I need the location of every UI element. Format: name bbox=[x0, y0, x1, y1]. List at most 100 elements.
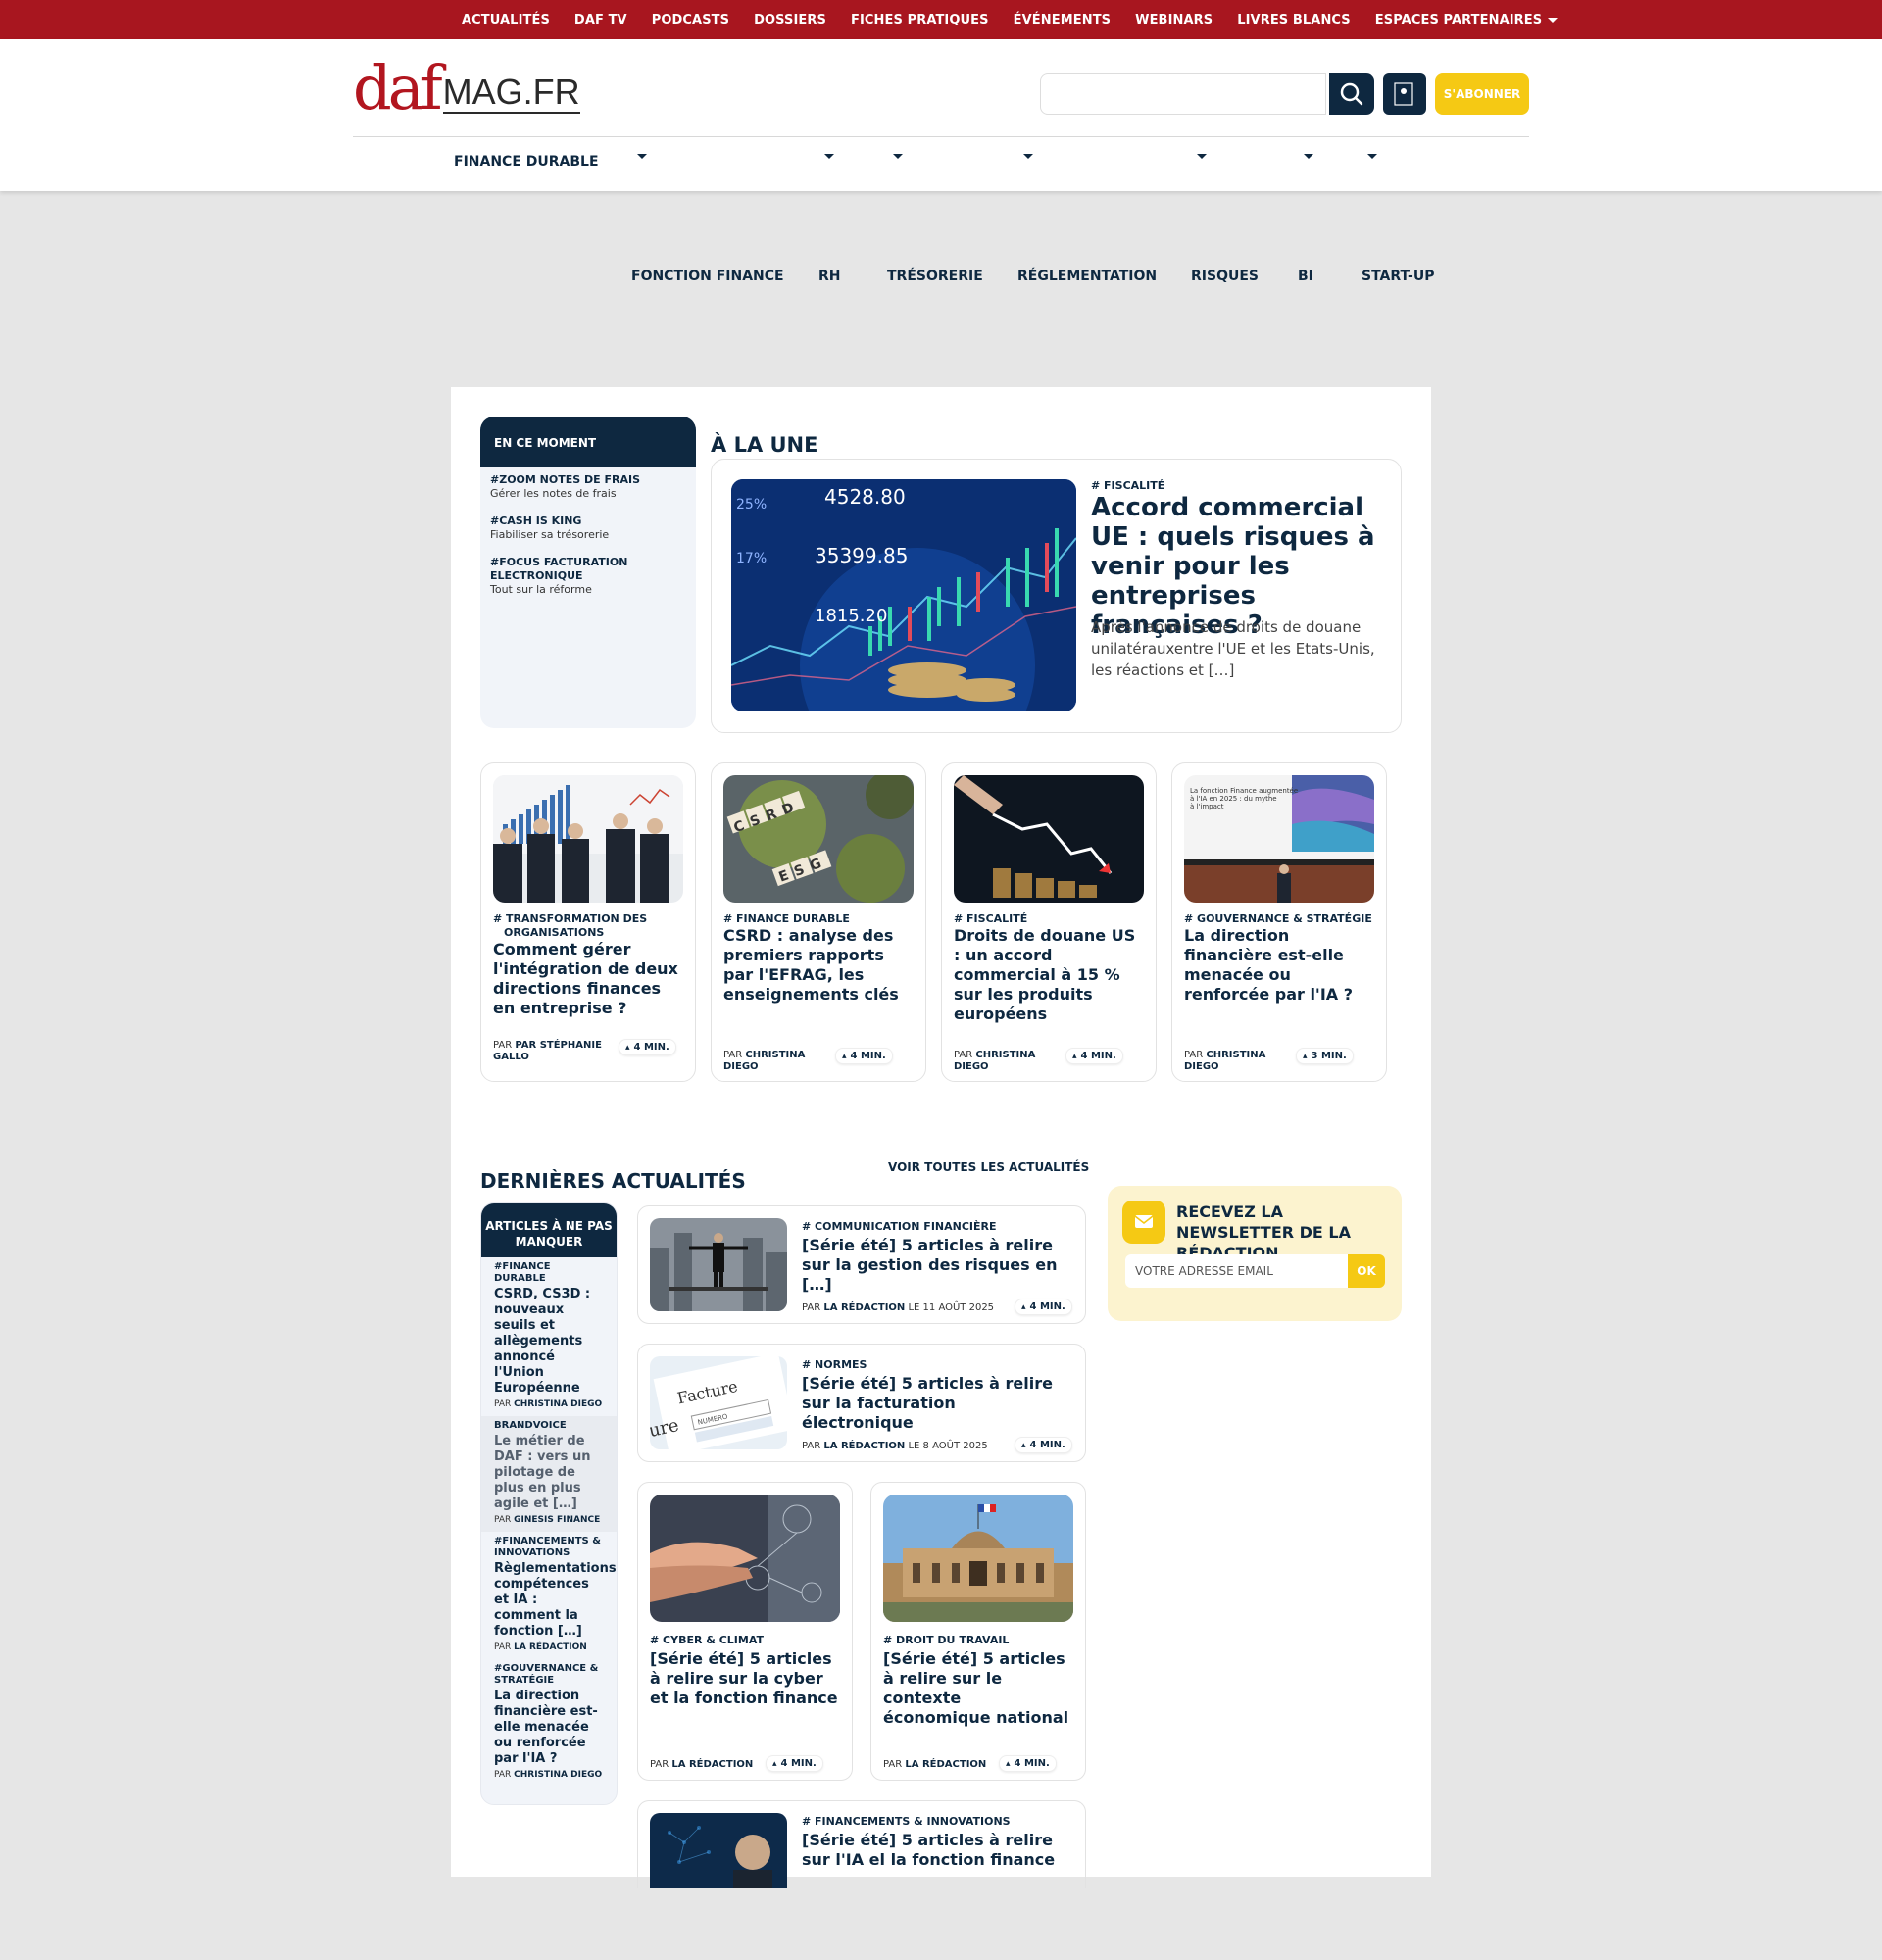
apm-item[interactable]: #GOUVERNANCE & STRATÉGIE La direction fi… bbox=[481, 1659, 617, 1787]
row-date: LE 11 AOÛT 2025 bbox=[908, 1302, 995, 1313]
top-nav-daf-tv[interactable]: DAF TV bbox=[574, 13, 627, 27]
card-image bbox=[954, 775, 1144, 903]
card-tag[interactable]: # GOUVERNANCE & STRATÉGIE bbox=[1184, 912, 1374, 926]
card-tag[interactable]: # FINANCE DURABLE bbox=[723, 912, 914, 926]
top-nav-actualites[interactable]: ACTUALITÉS bbox=[462, 13, 550, 27]
apm-item[interactable]: #FINANCEMENTS & INNOVATIONS Règlementati… bbox=[481, 1532, 617, 1659]
voir-toutes-link[interactable]: VOIR TOUTES LES ACTUALITÉS bbox=[888, 1160, 1089, 1174]
square-title[interactable]: [Série été] 5 articles à relire sur le c… bbox=[883, 1649, 1073, 1728]
articles-a-ne-pas-manquer-panel: ARTICLES À NE PAS MANQUER #FINANCE DURAB… bbox=[480, 1202, 618, 1805]
logo-mag: MAG.FR bbox=[442, 72, 580, 114]
apm-author: LA RÉDACTION bbox=[514, 1642, 587, 1652]
main-nav-finance-durable[interactable]: FINANCE DURABLE bbox=[454, 154, 599, 170]
top-nav-podcasts[interactable]: PODCASTS bbox=[652, 13, 729, 27]
card-byline-prefix: PAR bbox=[493, 1040, 513, 1051]
main-nav-bi[interactable]: BI bbox=[1298, 154, 1313, 284]
card-title[interactable]: Comment gérer l'intégration de deux dire… bbox=[493, 940, 683, 1018]
hero-tag[interactable]: # FISCALITÉ bbox=[1091, 479, 1164, 492]
en-ce-moment-tag: #CASH IS KING bbox=[490, 514, 582, 527]
hero-image: 4528.80 35399.85 1815.20 25% 17% bbox=[731, 479, 1076, 711]
row-title[interactable]: [Série été] 5 articles à relire sur l'IA… bbox=[802, 1831, 1071, 1870]
search-input[interactable] bbox=[1040, 74, 1326, 115]
newsletter-submit-button[interactable]: OK bbox=[1348, 1254, 1385, 1288]
square-tag[interactable]: # CYBER & CLIMAT bbox=[650, 1634, 764, 1646]
top-nav-dossiers[interactable]: DOSSIERS bbox=[754, 13, 826, 27]
apm-item[interactable]: BRANDVOICE Le métier de DAF : vers un pi… bbox=[481, 1416, 617, 1532]
card-title[interactable]: La direction financière est-elle menacée… bbox=[1184, 926, 1374, 1004]
main-nav-reglementation[interactable]: RÉGLEMENTATION bbox=[1017, 154, 1157, 284]
square-title[interactable]: [Série été] 5 articles à relire sur la c… bbox=[650, 1649, 840, 1708]
top-nav-livres-blancs[interactable]: LIVRES BLANCS bbox=[1237, 13, 1351, 27]
news-square-card[interactable]: # CYBER & CLIMAT [Série été] 5 articles … bbox=[637, 1482, 853, 1781]
card-title[interactable]: Droits de douane US : un accord commerci… bbox=[954, 926, 1144, 1024]
main-nav-rh[interactable]: RH bbox=[818, 154, 841, 284]
row-author[interactable]: LA RÉDACTION bbox=[823, 1302, 905, 1313]
square-tag[interactable]: # DROIT DU TRAVAIL bbox=[883, 1634, 1009, 1646]
news-row[interactable]: # COMMUNICATION FINANCIÈRE [Série été] 5… bbox=[637, 1205, 1086, 1324]
apm-item[interactable]: #FINANCE DURABLE CSRD, CS3D : nouveaux s… bbox=[481, 1257, 617, 1416]
article-card[interactable]: CSRD ESG # FINANCE DURABLE CSRD : analys… bbox=[711, 762, 926, 1082]
en-ce-moment-sub: Gérer les notes de frais bbox=[490, 487, 617, 500]
a-la-une-heading: À LA UNE bbox=[711, 433, 818, 457]
header-divider bbox=[353, 136, 1529, 137]
stock-chart-image: 4528.80 35399.85 1815.20 25% 17% bbox=[731, 479, 1076, 711]
top-nav-espaces-partenaires[interactable]: ESPACES PARTENAIRES bbox=[1374, 12, 1559, 27]
card-byline: PAR CHRISTINA DIEGO bbox=[954, 1050, 1071, 1073]
card-tag[interactable]: # FISCALITÉ bbox=[954, 912, 1144, 926]
row-tag[interactable]: # NORMES bbox=[802, 1358, 867, 1371]
row-title[interactable]: [Série été] 5 articles à relire sur la f… bbox=[802, 1374, 1071, 1433]
card-tag[interactable]: # TRANSFORMATION DES ORGANISATIONS bbox=[493, 912, 683, 940]
hero-img-number: 35399.85 bbox=[815, 544, 908, 567]
row-tag[interactable]: # FINANCEMENTS & INNOVATIONS bbox=[802, 1815, 1011, 1828]
account-button[interactable] bbox=[1383, 74, 1426, 115]
news-square-card[interactable]: # DROIT DU TRAVAIL [Série été] 5 article… bbox=[870, 1482, 1086, 1781]
article-card[interactable]: # TRANSFORMATION DES ORGANISATIONS Comme… bbox=[480, 762, 696, 1082]
row-author[interactable]: LA RÉDACTION bbox=[823, 1441, 905, 1451]
top-nav-evenements[interactable]: ÉVÉNEMENTS bbox=[1014, 13, 1112, 27]
card-title[interactable]: CSRD : analyse des premiers rapports par… bbox=[723, 926, 914, 1004]
main-nav-fonction-finance[interactable]: FONCTION FINANCE bbox=[631, 154, 784, 284]
row-byline-prefix: PAR bbox=[802, 1441, 821, 1451]
reading-time-badge: 4 MIN. bbox=[999, 1755, 1057, 1772]
en-ce-moment-item[interactable]: #CASH IS KING Fiabiliser sa trésorerie bbox=[480, 514, 696, 542]
card-image: CSRD ESG bbox=[723, 775, 914, 903]
row-tag[interactable]: # COMMUNICATION FINANCIÈRE bbox=[802, 1220, 997, 1233]
apm-byline-prefix: PAR bbox=[494, 1399, 512, 1409]
site-logo[interactable]: daf MAG.FR bbox=[353, 55, 580, 119]
top-nav-webinars[interactable]: WEBINARS bbox=[1135, 13, 1213, 27]
news-row[interactable]: Facture NUMERO ure # NORMES [Série été] … bbox=[637, 1344, 1086, 1462]
apm-title-text: Le métier de DAF : vers un pilotage de p… bbox=[494, 1434, 591, 1511]
square-author[interactable]: LA RÉDACTION bbox=[671, 1759, 753, 1770]
apm-byline: PAR LA RÉDACTION bbox=[494, 1642, 604, 1653]
top-nav-fiches-pratiques[interactable]: FICHES PRATIQUES bbox=[851, 13, 989, 27]
reading-time-badge: 4 MIN. bbox=[1015, 1437, 1072, 1453]
newsletter-email-input[interactable] bbox=[1125, 1254, 1348, 1288]
square-author[interactable]: LA RÉDACTION bbox=[905, 1759, 986, 1770]
apm-byline: PAR GINESIS FINANCE bbox=[494, 1515, 604, 1526]
reading-time-badge: 4 MIN. bbox=[835, 1048, 893, 1064]
main-content: EN CE MOMENT #ZOOM NOTES DE FRAIS Gérer … bbox=[451, 387, 1431, 1888]
apm-tag: #FINANCEMENTS & INNOVATIONS bbox=[494, 1536, 601, 1558]
en-ce-moment-title: EN CE MOMENT bbox=[480, 416, 696, 467]
news-row[interactable]: # FINANCEMENTS & INNOVATIONS [Série été]… bbox=[637, 1800, 1086, 1888]
en-ce-moment-item[interactable]: #ZOOM NOTES DE FRAIS Gérer les notes de … bbox=[480, 473, 696, 501]
article-card[interactable]: # FISCALITÉ Droits de douane US : un acc… bbox=[941, 762, 1157, 1082]
hero-article[interactable]: 4528.80 35399.85 1815.20 25% 17% # FISCA… bbox=[711, 459, 1402, 733]
main-nav-bi-label: BI bbox=[1298, 269, 1313, 284]
square-byline: PAR LA RÉDACTION bbox=[883, 1759, 986, 1770]
main-nav-start-up[interactable]: START-UP bbox=[1362, 154, 1434, 284]
search-button[interactable] bbox=[1329, 74, 1374, 115]
apm-author: CHRISTINA DIEGO bbox=[514, 1399, 603, 1409]
row-title[interactable]: [Série été] 5 articles à relire sur la g… bbox=[802, 1236, 1071, 1295]
en-ce-moment-item[interactable]: #FOCUS FACTURATION ELECTRONIQUE Tout sur… bbox=[480, 556, 696, 597]
reading-time-badge: 4 MIN. bbox=[1015, 1298, 1072, 1315]
main-nav-risques[interactable]: RISQUES bbox=[1191, 154, 1259, 284]
reading-time-badge: 4 MIN. bbox=[766, 1755, 823, 1772]
site-header: daf MAG.FR S'ABONNER FINANCE DURABLE FON… bbox=[0, 39, 1882, 284]
article-card[interactable]: La fonction Finance augmentée à l'IA en 2… bbox=[1171, 762, 1387, 1082]
reading-time-badge: 3 MIN. bbox=[1296, 1048, 1354, 1064]
chevron-down-icon bbox=[1197, 154, 1207, 159]
top-nav-espaces-partenaires-label: ESPACES PARTENAIRES bbox=[1374, 12, 1543, 27]
main-nav-tresorerie[interactable]: TRÉSORERIE bbox=[887, 154, 983, 284]
subscribe-button[interactable]: S'ABONNER bbox=[1435, 74, 1529, 115]
